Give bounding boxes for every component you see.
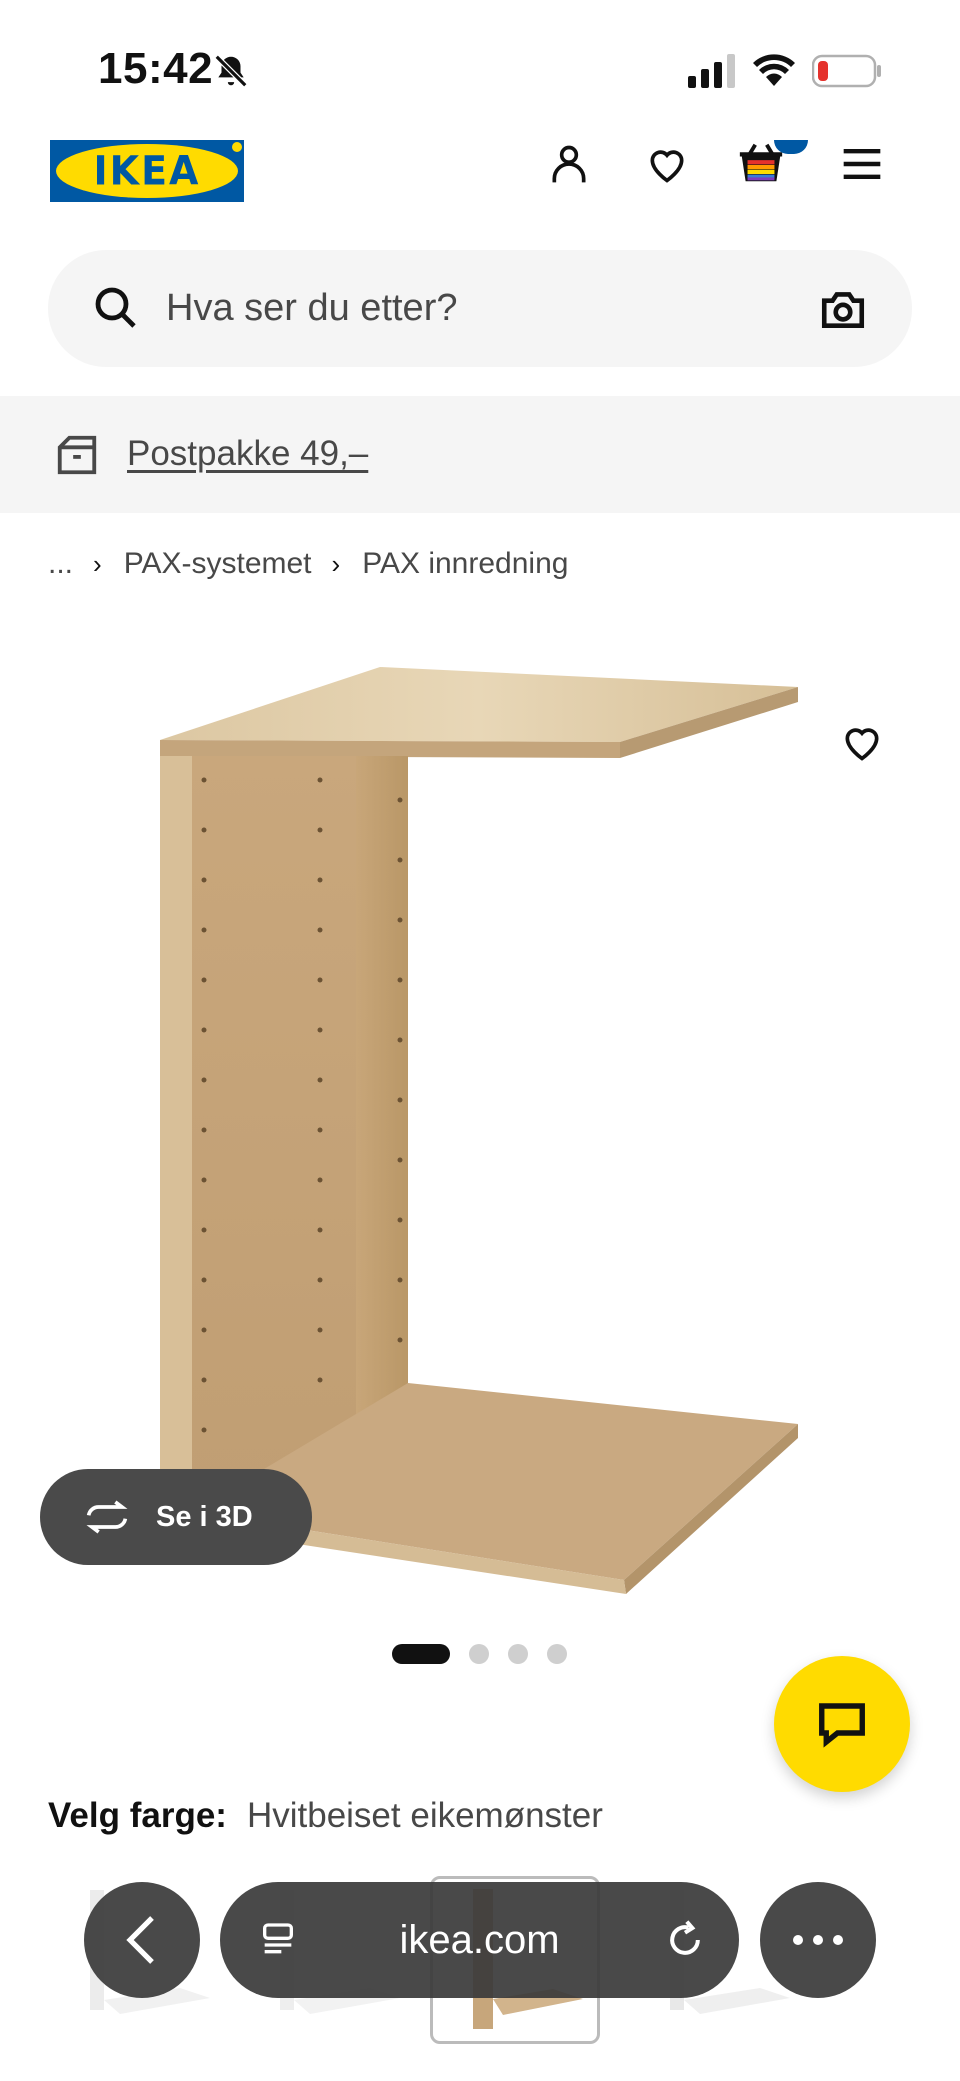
- chat-button[interactable]: [774, 1656, 910, 1792]
- view-3d-label: Se i 3D: [156, 1500, 253, 1533]
- browser-more-button[interactable]: [760, 1882, 876, 1998]
- chevron-right-icon: ›: [331, 548, 341, 579]
- search-bar[interactable]: [48, 250, 912, 367]
- color-value: Hvitbeiset eikemønster: [246, 1796, 603, 1835]
- carousel-dot[interactable]: [392, 1644, 450, 1664]
- camera-icon[interactable]: [818, 284, 868, 334]
- rotate-3d-icon: [86, 1500, 128, 1534]
- chevron-right-icon: ›: [93, 548, 102, 579]
- chat-icon: [819, 1703, 865, 1748]
- search-icon: [95, 287, 136, 328]
- delivery-link[interactable]: Postpakke 49,–: [127, 434, 368, 474]
- search-input[interactable]: [166, 250, 786, 367]
- chevron-left-icon: [126, 1916, 154, 1964]
- favourite-button[interactable]: [830, 710, 894, 774]
- breadcrumb-pax-innredning[interactable]: PAX innredning: [362, 547, 568, 581]
- wifi-icon: [753, 54, 795, 86]
- signal-icon: [688, 54, 735, 88]
- status-bar: 15:42: [0, 0, 960, 130]
- carousel-dot[interactable]: [469, 1644, 489, 1664]
- reload-icon[interactable]: [663, 1918, 707, 1962]
- breadcrumb-ellipsis[interactable]: ...: [48, 547, 73, 581]
- browser-back-button[interactable]: [84, 1882, 200, 1998]
- menu-icon[interactable]: [834, 136, 890, 192]
- carousel-dot[interactable]: [508, 1644, 528, 1664]
- more-icon: [793, 1935, 843, 1945]
- browser-url-bar[interactable]: ikea.com: [220, 1882, 739, 1998]
- battery-icon: [812, 54, 881, 88]
- breadcrumb: ... › PAX-systemet › PAX innredning: [48, 544, 568, 584]
- status-time: 15:42: [98, 44, 214, 93]
- breadcrumb-pax-systemet[interactable]: PAX-systemet: [124, 547, 312, 581]
- ikea-logo[interactable]: IKEA: [50, 140, 244, 202]
- user-icon[interactable]: [541, 136, 597, 192]
- color-select: Velg farge: Hvitbeiset eikemønster: [48, 1796, 603, 1836]
- logo-text: IKEA: [93, 147, 201, 195]
- browser-url-text: ikea.com: [399, 1918, 560, 1962]
- carousel-dots: [392, 1643, 586, 1665]
- delivery-banner: Postpakke 49,–: [0, 396, 960, 513]
- view-3d-button[interactable]: Se i 3D: [40, 1469, 312, 1565]
- color-label: Velg farge:: [48, 1796, 227, 1835]
- product-image[interactable]: [0, 640, 960, 1600]
- parcel-icon: [57, 435, 97, 475]
- bell-off-icon: [214, 54, 248, 88]
- carousel-dot[interactable]: [547, 1644, 567, 1664]
- heart-icon[interactable]: [639, 136, 695, 192]
